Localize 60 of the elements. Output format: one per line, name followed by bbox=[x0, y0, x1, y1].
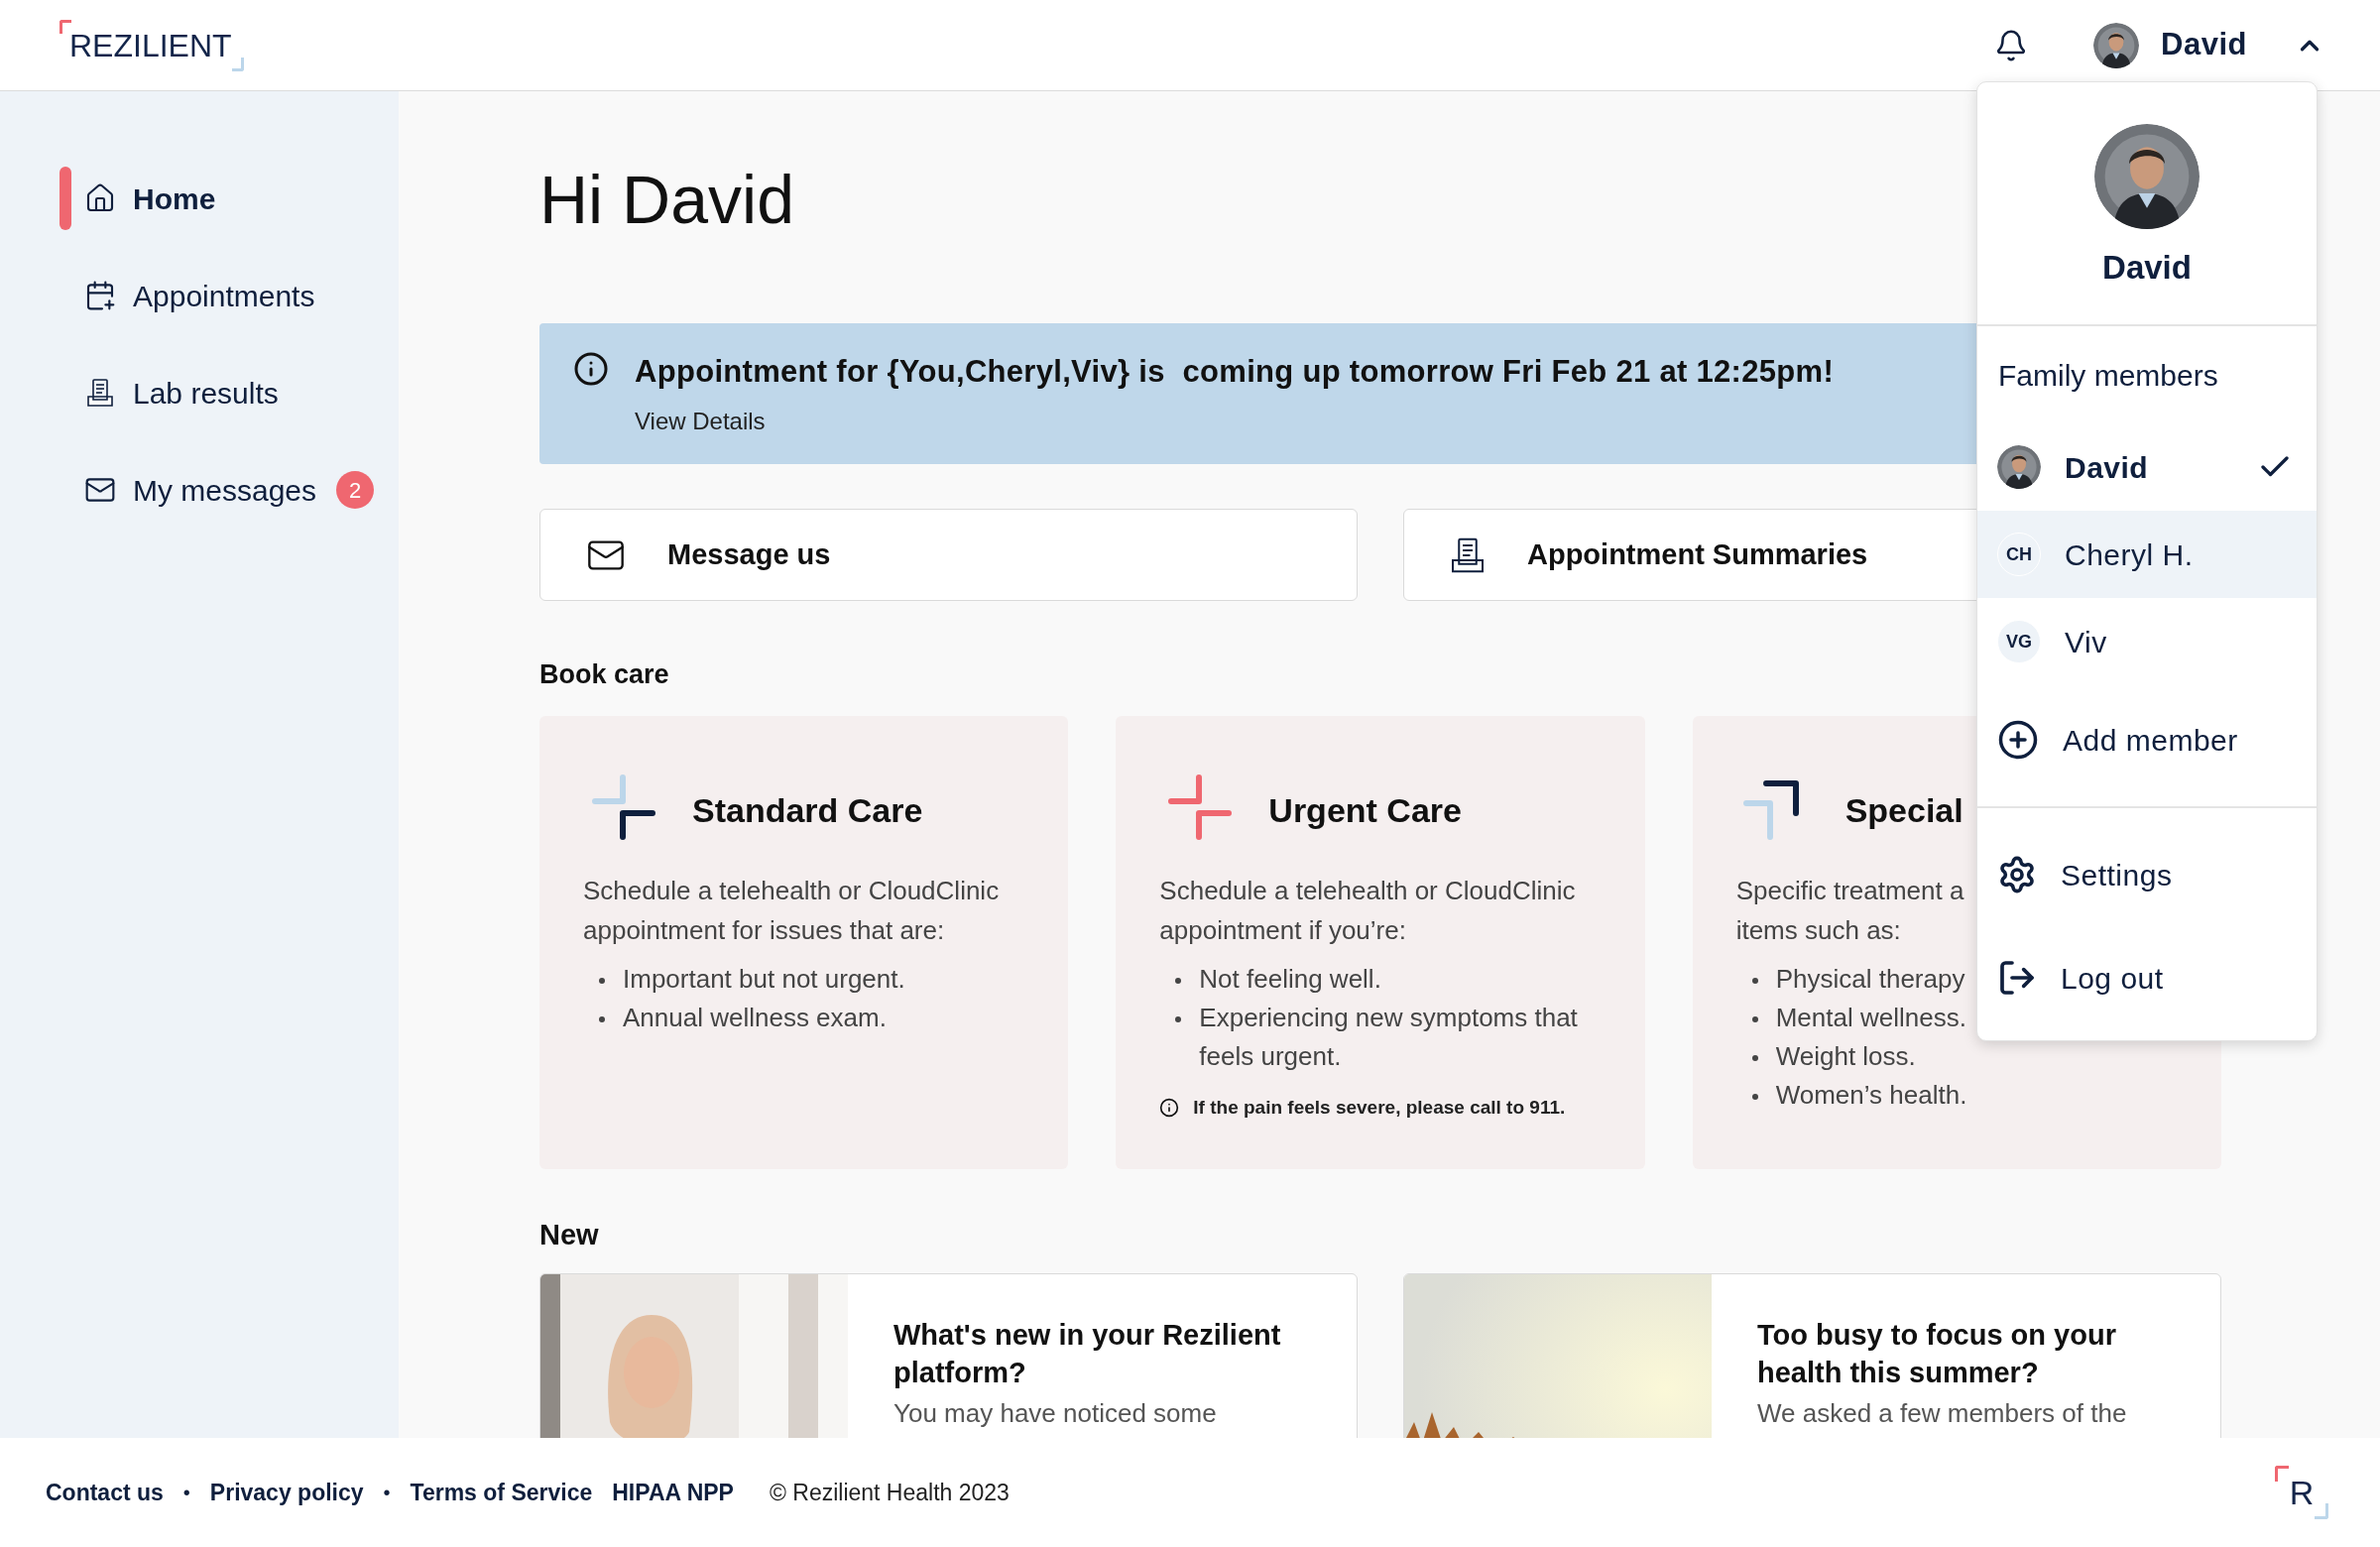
footer-link[interactable]: Privacy policy bbox=[209, 1475, 364, 1510]
sidebar-item[interactable]: Lab results bbox=[0, 361, 399, 424]
card-description: Schedule a telehealth or CloudClinic appointment for issues that are: bbox=[583, 875, 1000, 947]
bullet-text: Experiencing new symptoms that feels urgent. bbox=[1199, 1002, 1579, 1073]
profile-name: David bbox=[2102, 248, 2192, 288]
care-option-card[interactable]: Standard Care Schedule a telehealth or CloudClinic appointment for issues that are: Important but not urgent. Annual wellness exam. bbox=[539, 716, 1069, 1169]
article-snippet: You may have noticed some bbox=[893, 1397, 1218, 1429]
home-icon bbox=[84, 182, 116, 214]
separator-dot: • bbox=[182, 1481, 190, 1505]
active-indicator bbox=[60, 167, 71, 230]
user-menu-button[interactable]: David bbox=[2093, 22, 2324, 68]
bullet-text: Annual wellness exam. bbox=[623, 1002, 887, 1034]
initials-avatar: VG bbox=[1997, 620, 2041, 663]
bullet-text: Important but not urgent. bbox=[623, 963, 905, 996]
card-title: Special bbox=[1844, 789, 1964, 831]
bullet-text: Mental wellness. bbox=[1775, 1002, 1966, 1034]
card-title: Standard Care bbox=[692, 789, 923, 831]
banner-message: Appointment for {You,Cheryl,Viv} is coming up tomorrow Fri Feb 21 at 12:25pm! bbox=[635, 353, 1835, 391]
rezilient-mark-logo: R bbox=[2275, 1466, 2328, 1519]
card-description: Schedule a telehealth or CloudClinic appointment if you’re: bbox=[1159, 875, 1576, 947]
greeting-heading: Hi David bbox=[539, 161, 794, 239]
bullet-text: Weight loss. bbox=[1775, 1040, 1916, 1073]
section-heading: Book care bbox=[539, 658, 670, 691]
article-card[interactable]: Too busy to focus on your health this summer? We asked a few members of the bbox=[1403, 1273, 2221, 1438]
family-member-item[interactable]: VG Viv bbox=[1977, 598, 2317, 685]
sidebar-item[interactable]: Home bbox=[0, 167, 399, 230]
document-tray-icon bbox=[84, 377, 116, 409]
care-option-card[interactable]: Urgent Care Schedule a telehealth or CloudClinic appointment if you’re: Not feeling well. Experiencing new symptoms that feels urgent. If the pain feels severe, please call to 911. bbox=[1116, 716, 1645, 1169]
quick-action-button[interactable]: Message us bbox=[539, 509, 1358, 601]
initials-avatar: CH bbox=[1997, 533, 2041, 576]
view-details-link[interactable]: View Details bbox=[635, 403, 1835, 439]
sidebar-item[interactable]: My messages 2 bbox=[0, 458, 399, 522]
info-icon bbox=[573, 351, 609, 387]
info-icon bbox=[1159, 1098, 1180, 1119]
family-member-item[interactable]: David bbox=[1977, 423, 2317, 511]
calendar-plus-icon bbox=[84, 280, 116, 311]
family-member-item[interactable]: CH Cheryl H. bbox=[1977, 511, 2317, 598]
bullet-text: Women’s health. bbox=[1775, 1079, 1967, 1112]
bullet-text: Not feeling well. bbox=[1199, 963, 1381, 996]
separator-dot: • bbox=[383, 1481, 391, 1505]
rezilient-logo: REZILIENT bbox=[60, 19, 244, 71]
settings-icon bbox=[1997, 855, 2037, 894]
article-card[interactable]: What's new in your Rezilient platform? You may have noticed some bbox=[539, 1273, 1358, 1438]
card-title: Urgent Care bbox=[1268, 789, 1462, 831]
footer-link[interactable]: Contact us bbox=[46, 1475, 164, 1510]
article-title: What's new in your Rezilient platform? bbox=[893, 1318, 1282, 1390]
unread-count-badge: 2 bbox=[336, 471, 375, 509]
add-circle-icon bbox=[1997, 719, 2039, 761]
section-label: Family members bbox=[1997, 358, 2219, 394]
card-note: If the pain feels severe, please call to 911. bbox=[1193, 1096, 1566, 1120]
footer-link[interactable]: HIPAA NPP bbox=[612, 1475, 734, 1510]
footer-link[interactable]: Terms of Service bbox=[410, 1475, 593, 1510]
card-description: Specific treatment a items such as: bbox=[1735, 875, 1964, 947]
logout-icon bbox=[1997, 958, 2037, 998]
sidebar-item[interactable]: Appointments bbox=[0, 264, 399, 327]
copyright-text: © Rezilient Health 2023 bbox=[769, 1478, 1010, 1507]
article-title: Too busy to focus on your health this summer? bbox=[1757, 1318, 2117, 1390]
bullet-text: Physical therapy bbox=[1775, 963, 1965, 996]
section-heading: New bbox=[539, 1218, 600, 1252]
article-snippet: We asked a few members of the bbox=[1757, 1397, 2128, 1429]
